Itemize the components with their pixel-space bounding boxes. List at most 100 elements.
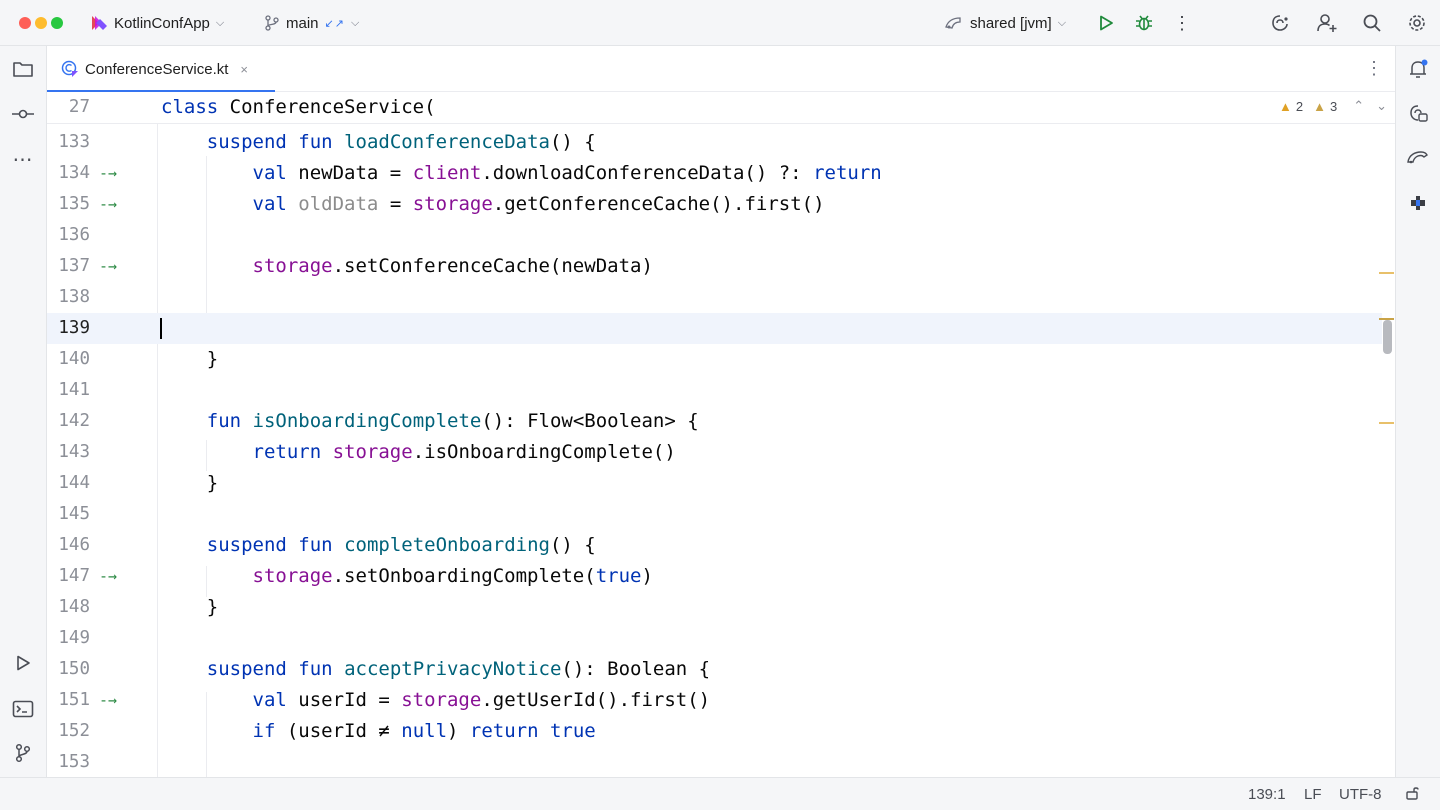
next-highlight-icon[interactable]: ⌄: [1376, 98, 1387, 114]
code-line[interactable]: 153: [47, 747, 1382, 777]
sticky-scroll-header[interactable]: 27 class ConferenceService(: [47, 92, 1395, 124]
run-icon[interactable]: [1093, 10, 1119, 36]
code-text: if (userId ≠ null) return true: [252, 720, 596, 742]
suspend-call-icon[interactable]: -→: [99, 251, 117, 282]
line-number: 134: [58, 163, 90, 183]
code-text: storage.setConferenceCache(newData): [252, 255, 653, 277]
code-line[interactable]: 147 -→ storage.setOnboardingComplete(tru…: [47, 561, 1382, 592]
code-text: val oldData = storage.getConferenceCache…: [252, 193, 825, 215]
warning-scroll-mark[interactable]: [1379, 422, 1394, 424]
code-line[interactable]: 134 -→ val newData = client.downloadConf…: [47, 158, 1382, 189]
code-line[interactable]: 143 return storage.isOnboardingComplete(…: [47, 437, 1382, 468]
code-line[interactable]: 137 -→ storage.setConferenceCache(newDat…: [47, 251, 1382, 282]
ai-chat-icon[interactable]: [1405, 100, 1431, 126]
suspend-call-icon[interactable]: -→: [99, 158, 117, 189]
run-config-icon: [945, 17, 961, 29]
settings-icon[interactable]: [1404, 10, 1430, 36]
code-line[interactable]: 135 -→ val oldData = storage.getConferen…: [47, 189, 1382, 220]
code-line[interactable]: 138: [47, 282, 1382, 313]
suspend-call-icon[interactable]: -→: [99, 189, 117, 220]
more-vertical-icon[interactable]: ⋮: [1169, 10, 1195, 36]
branch-selector[interactable]: main ↙↗ ⌵: [264, 11, 359, 35]
line-number: 148: [58, 597, 90, 617]
ai-assistant-icon[interactable]: [1267, 10, 1293, 36]
suspend-call-icon[interactable]: -→: [99, 685, 117, 716]
terminal-icon[interactable]: [10, 696, 36, 722]
run-configuration-selector[interactable]: shared [jvm] ⌵: [944, 11, 1066, 35]
more-vertical-icon[interactable]: ⋮: [1365, 58, 1383, 79]
line-number: 145: [58, 504, 90, 524]
code-editor[interactable]: 27 class ConferenceService( ▲ 2 ▲ 3 ⌃ ⌄ …: [47, 92, 1395, 777]
code-text: }: [161, 472, 219, 494]
kotlin-project-icon: [92, 16, 107, 30]
code-text: }: [161, 596, 219, 618]
current-code-line[interactable]: 139: [47, 313, 1382, 344]
code-line[interactable]: 144 }: [47, 468, 1382, 499]
code-text: suspend fun loadConferenceData() {: [206, 131, 596, 153]
line-number: 151: [58, 690, 90, 710]
notifications-icon[interactable]: [1405, 56, 1431, 82]
code-line[interactable]: 145: [47, 499, 1382, 530]
code-line[interactable]: 146 suspend fun completeOnboarding() {: [47, 530, 1382, 561]
git-icon[interactable]: [10, 740, 36, 766]
code-line[interactable]: 140 }: [47, 344, 1382, 375]
debug-icon[interactable]: [1131, 10, 1157, 36]
code-line[interactable]: 136: [47, 220, 1382, 251]
tab-conference-service[interactable]: ConferenceService.kt ×: [47, 46, 275, 93]
project-folder-icon[interactable]: [10, 56, 36, 82]
gradle-icon[interactable]: [1405, 144, 1431, 170]
code-line[interactable]: 141: [47, 375, 1382, 406]
kotlin-class-icon: [61, 60, 78, 77]
inspection-widget[interactable]: ▲ 2 ▲ 3 ⌃ ⌄: [1279, 98, 1387, 114]
project-name: KotlinConfApp: [114, 14, 210, 32]
code-line[interactable]: 133 suspend fun loadConferenceData() {: [47, 127, 1382, 158]
warning-scroll-mark[interactable]: [1379, 272, 1394, 274]
line-number: 138: [58, 287, 90, 307]
code-line[interactable]: 149: [47, 623, 1382, 654]
read-only-toggle-icon[interactable]: [1405, 785, 1421, 805]
code-line[interactable]: 142 fun isOnboardingComplete(): Flow<Boo…: [47, 406, 1382, 437]
suspend-call-icon[interactable]: -→: [99, 561, 117, 592]
code-line[interactable]: 148 }: [47, 592, 1382, 623]
line-number: 137: [58, 256, 90, 276]
minimize-window-button[interactable]: [35, 17, 47, 29]
line-separator[interactable]: LF: [1304, 786, 1322, 803]
file-encoding[interactable]: UTF-8: [1339, 786, 1382, 803]
project-selector[interactable]: KotlinConfApp ⌵: [90, 11, 224, 35]
code-text: fun isOnboardingComplete(): Flow<Boolean…: [206, 410, 699, 432]
chevron-down-icon: ⌵: [350, 16, 360, 29]
code-text: val newData = client.downloadConferenceD…: [252, 162, 882, 184]
plugin-icon[interactable]: [1405, 190, 1431, 216]
left-tool-strip: ⋯: [0, 46, 47, 777]
incoming-outgoing-icon: ↙↗: [324, 17, 345, 30]
code-text: storage.setOnboardingComplete(true): [252, 565, 653, 587]
more-horizontal-icon[interactable]: ⋯: [10, 146, 36, 172]
right-tool-strip: [1395, 46, 1440, 777]
warning-count: 2: [1295, 98, 1304, 114]
code-line[interactable]: 152 if (userId ≠ null) return true: [47, 716, 1382, 747]
text-caret: [160, 318, 162, 339]
caret-position[interactable]: 139:1: [1248, 786, 1286, 803]
search-icon[interactable]: [1359, 10, 1385, 36]
code-text: suspend fun acceptPrivacyNotice(): Boole…: [206, 658, 711, 680]
commit-icon[interactable]: [10, 101, 36, 127]
previous-highlight-icon[interactable]: ⌃: [1353, 98, 1364, 114]
code-line[interactable]: 151 -→ val userId = storage.getUserId().…: [47, 685, 1382, 716]
line-number: 153: [58, 752, 90, 772]
warning-icon: ▲: [1278, 98, 1292, 114]
editor-tab-bar: ConferenceService.kt × ⋮: [47, 46, 1395, 93]
line-number: 142: [58, 411, 90, 431]
close-tab-icon[interactable]: ×: [240, 62, 248, 77]
line-number: 144: [58, 473, 90, 493]
code-line[interactable]: 150 suspend fun acceptPrivacyNotice(): B…: [47, 654, 1382, 685]
add-user-icon[interactable]: [1314, 10, 1340, 36]
zoom-window-button[interactable]: [51, 17, 63, 29]
code-text: val userId = storage.getUserId().first(): [252, 689, 711, 711]
code-text: return storage.isOnboardingComplete(): [252, 441, 676, 463]
scrollbar-thumb[interactable]: [1383, 320, 1392, 354]
chevron-down-icon: ⌵: [215, 16, 225, 29]
line-number: 152: [58, 721, 90, 741]
line-number: 133: [58, 132, 90, 152]
run-tool-icon[interactable]: [10, 650, 36, 676]
close-window-button[interactable]: [19, 17, 31, 29]
